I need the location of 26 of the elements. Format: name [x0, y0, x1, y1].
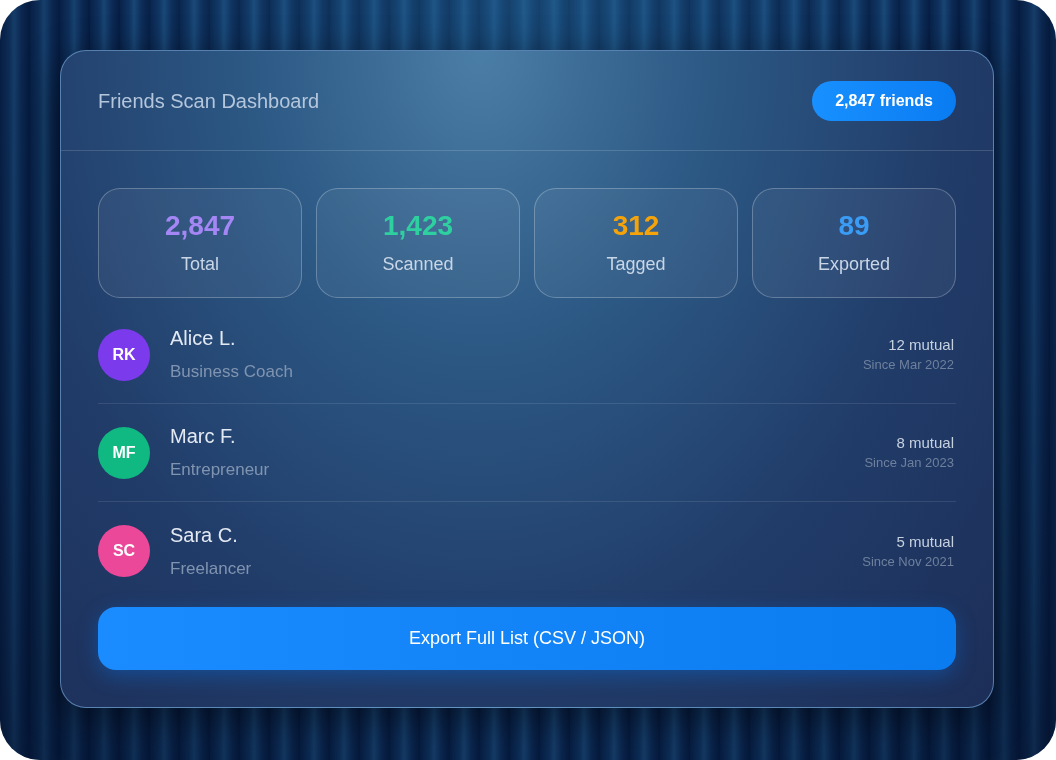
export-button[interactable]: Export Full List (CSV / JSON)	[98, 607, 956, 670]
friend-role: Entrepreneur	[170, 459, 270, 481]
friend-since-date: Since Mar 2022	[862, 357, 954, 373]
stat-value: 312	[612, 211, 660, 241]
friend-name: Sara C.	[170, 522, 238, 547]
stat-label: Scanned	[382, 253, 454, 275]
stat-label: Exported	[817, 253, 890, 275]
mutual-count: 5 mutual	[896, 532, 954, 551]
friends-count-badge: 2,847 friends	[812, 80, 956, 121]
friend-name: Marc F.	[170, 424, 236, 448]
mutual-count: 12 mutual	[888, 336, 954, 354]
avatar-initials: MF	[98, 426, 150, 479]
dashboard-title: Friends Scan Dashboard	[98, 88, 320, 114]
stat-label: Total	[181, 253, 219, 275]
stat-label: Tagged	[606, 253, 666, 275]
friend-role: Business Coach	[170, 361, 293, 383]
stat-value: 89	[838, 211, 870, 241]
friend-name: Alice L.	[170, 326, 236, 350]
stat-value: 2,847	[164, 211, 236, 241]
avatar-initials: RK	[98, 328, 150, 381]
friend-role: Freelancer	[170, 557, 252, 580]
mutual-count: 8 mutual	[896, 434, 954, 452]
stat-value: 1,423	[382, 211, 454, 241]
friend-since-date: Since Nov 2021	[862, 553, 954, 570]
avatar-initials: SC	[98, 525, 150, 577]
friend-since-date: Since Jan 2023	[864, 455, 954, 471]
